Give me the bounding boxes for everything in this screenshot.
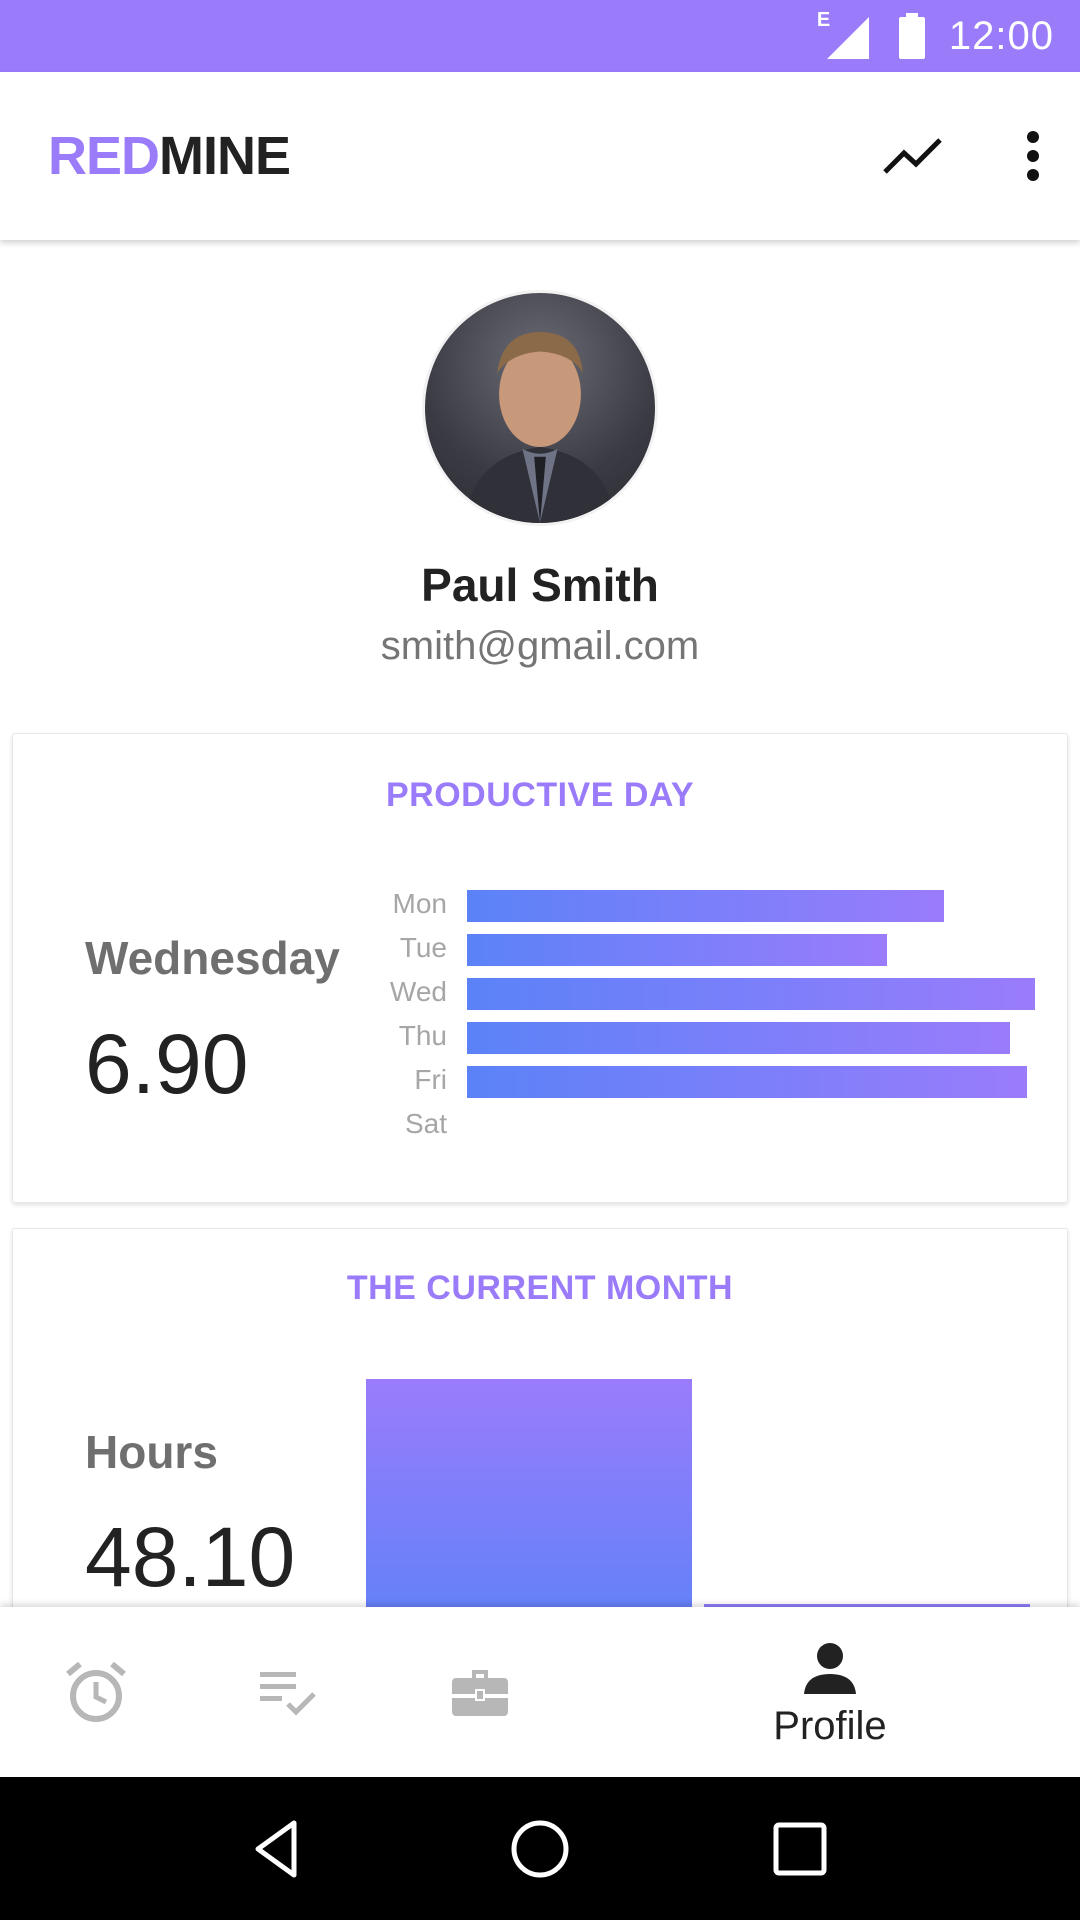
- logo-mine: MINE: [159, 126, 291, 186]
- productive-day-name: Wednesday: [85, 932, 340, 984]
- card-title: THE CURRENT MONTH: [346, 1269, 734, 1307]
- day-bar-tue: [467, 934, 887, 966]
- day-label-thu: Thu: [398, 1020, 447, 1051]
- battery-icon: [898, 13, 925, 59]
- playlist-check-icon: [260, 1672, 316, 1716]
- day-bar-fri: [467, 1066, 1027, 1098]
- nav-tasks[interactable]: [248, 1607, 328, 1777]
- system-navigation-bar: [0, 1777, 1080, 1920]
- briefcase-icon: [452, 1670, 508, 1716]
- nav-timer[interactable]: [56, 1607, 136, 1777]
- status-bar: E 12:00: [0, 0, 1080, 72]
- more-vert-icon[interactable]: [1026, 131, 1040, 181]
- productive-day-card: PRODUCTIVE DAY Wednesday 6.90 Mon Tue Wed T…: [12, 733, 1068, 1203]
- app-bar: REDMINE: [0, 72, 1080, 240]
- card-title: PRODUCTIVE DAY: [385, 776, 695, 814]
- hours-label: Hours: [85, 1426, 218, 1478]
- hours-value: 48.10: [85, 1510, 296, 1604]
- home-icon[interactable]: [508, 1817, 572, 1881]
- logo-red: RED: [48, 126, 160, 186]
- alarm-clock-icon: [66, 1661, 126, 1722]
- day-label-fri: Fri: [414, 1064, 447, 1095]
- user-email: smith@gmail.com: [380, 624, 700, 668]
- day-label-mon: Mon: [392, 888, 447, 919]
- nav-profile[interactable]: Profile: [740, 1607, 920, 1777]
- day-bar-mon: [467, 890, 944, 922]
- day-bar-wed: [467, 978, 1035, 1010]
- app-logo: REDMINE: [48, 125, 291, 187]
- back-icon[interactable]: [248, 1817, 312, 1881]
- trending-up-icon[interactable]: [882, 134, 944, 178]
- nav-projects[interactable]: [440, 1607, 520, 1777]
- clock: 12:00: [948, 13, 1054, 58]
- person-icon: [804, 1642, 856, 1694]
- current-month-card: THE CURRENT MONTH Hours 48.10: [12, 1228, 1068, 1648]
- day-bar-thu: [467, 1022, 1010, 1054]
- signal-icon: E: [817, 9, 873, 59]
- day-label-wed: Wed: [389, 976, 447, 1007]
- productive-day-value: 6.90: [85, 1017, 249, 1111]
- day-label-tue: Tue: [399, 932, 447, 963]
- network-type: E: [816, 9, 831, 31]
- nav-profile-label: Profile: [773, 1703, 887, 1748]
- avatar: [422, 290, 658, 526]
- recents-icon[interactable]: [768, 1817, 832, 1881]
- user-name: Paul Smith: [421, 559, 659, 611]
- day-label-sat: Sat: [404, 1108, 447, 1139]
- bottom-navigation: Profile: [0, 1607, 1080, 1777]
